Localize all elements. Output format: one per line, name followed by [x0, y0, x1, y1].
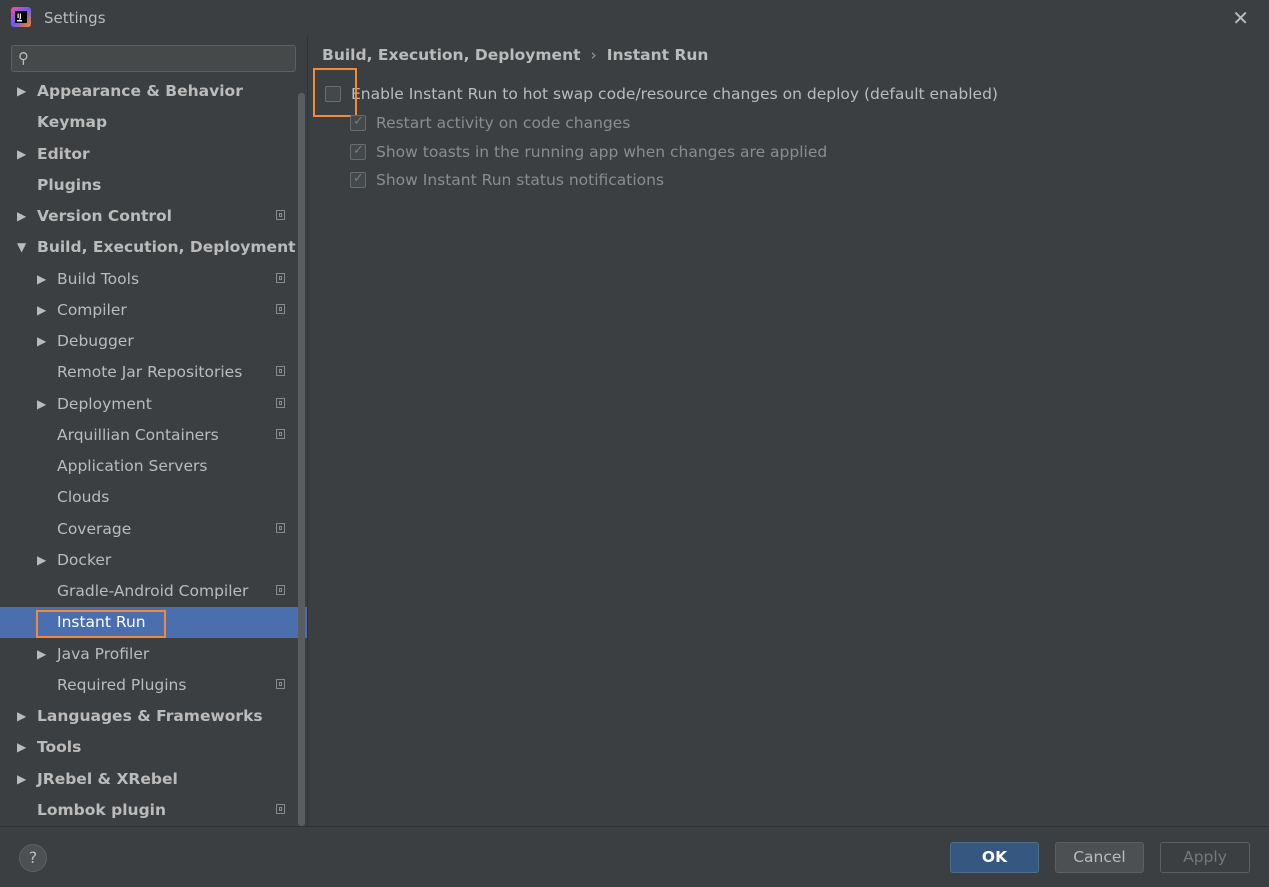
sidebar-item-label: Keymap [37, 113, 108, 132]
project-settings-icon [276, 522, 285, 533]
sidebar-item[interactable]: ▶ Editor [0, 139, 296, 170]
sidebar-scrollbar[interactable] [297, 93, 306, 826]
project-settings-icon [276, 366, 285, 377]
project-settings-icon [276, 397, 285, 408]
sidebar-item[interactable]: ▶ Deployment [0, 389, 296, 420]
highlight-box-instant-run [36, 610, 166, 639]
sidebar-item[interactable]: ▼ Build, Execution, Deployment [0, 232, 296, 263]
sidebar-item-label: Appearance & Behavior [37, 82, 243, 100]
settings-sidebar: ⚲ ▶ Appearance & Behavior Keymap ▶ Editor Plu… [0, 36, 308, 826]
expanded-arrow-icon[interactable]: ▼ [17, 240, 26, 254]
sidebar-item-label: Build, Execution, Deployment [37, 238, 296, 257]
restart-activity-label: Restart activity on code changes [376, 114, 631, 132]
collapsed-arrow-icon[interactable]: ▶ [37, 647, 46, 661]
sidebar-item[interactable]: Arquillian Containers [0, 420, 296, 451]
project-settings-icon [276, 303, 285, 314]
project-settings-icon [276, 272, 285, 283]
sidebar-item-label: Languages & Frameworks [37, 707, 263, 725]
svg-text:IJ: IJ [17, 13, 21, 20]
restart-activity-checkbox[interactable] [350, 114, 366, 131]
collapsed-arrow-icon[interactable]: ▶ [37, 397, 46, 411]
collapsed-arrow-icon[interactable]: ▶ [17, 209, 26, 223]
sidebar-item[interactable]: Coverage [0, 514, 296, 545]
sidebar-item[interactable]: ▶ Appearance & Behavior [0, 79, 296, 107]
title-bar: IJ Settings ✕ [0, 0, 1269, 36]
dialog-footer: ? OK Cancel Apply [0, 826, 1269, 887]
highlight-box-checkbox [313, 68, 357, 117]
settings-tree: ▶ Appearance & Behavior Keymap ▶ Editor Plugi… [0, 79, 307, 826]
sidebar-item[interactable]: Clouds [0, 482, 296, 513]
sidebar-item[interactable]: Required Plugins [0, 670, 296, 701]
sidebar-item[interactable]: ▶ Build Tools [0, 264, 296, 295]
breadcrumb-separator: › [590, 46, 597, 64]
sidebar-item-label: Plugins [37, 175, 102, 194]
sidebar-item-label: Compiler [57, 300, 127, 319]
sidebar-item-label: Tools [37, 738, 82, 757]
sidebar-item[interactable]: ▶ Docker [0, 545, 296, 576]
enable-instant-run-label: Enable Instant Run to hot swap code/reso… [351, 85, 998, 103]
collapsed-arrow-icon[interactable]: ▶ [37, 303, 46, 317]
breadcrumb: Build, Execution, Deployment › Instant Run [322, 46, 708, 64]
collapsed-arrow-icon[interactable]: ▶ [37, 334, 46, 348]
sidebar-item-label: Editor [37, 144, 90, 163]
sidebar-item-label: Version Control [37, 207, 172, 225]
intellij-logo-icon: IJ [11, 7, 31, 27]
sidebar-item-label: Remote Jar Repositories [57, 363, 243, 382]
sidebar-item[interactable]: ▶ Compiler [0, 295, 296, 326]
sidebar-item-label: Lombok plugin [37, 800, 167, 819]
collapsed-arrow-icon[interactable]: ▶ [17, 740, 26, 754]
scrollbar-thumb[interactable] [298, 93, 305, 826]
search-input[interactable]: ⚲ [11, 45, 296, 72]
sidebar-item-label: Coverage [57, 519, 132, 538]
sidebar-item-label: Java Profiler [57, 644, 150, 663]
help-button[interactable]: ? [19, 844, 47, 872]
collapsed-arrow-icon[interactable]: ▶ [17, 772, 26, 786]
sidebar-item-label: Debugger [57, 332, 134, 350]
collapsed-arrow-icon[interactable]: ▶ [37, 553, 46, 567]
sidebar-item[interactable]: ▶ Tools [0, 732, 296, 763]
sidebar-item-label: Deployment [57, 394, 152, 413]
sidebar-item-label: Arquillian Containers [57, 425, 219, 444]
sidebar-item[interactable]: Plugins [0, 170, 296, 201]
cancel-button[interactable]: Cancel [1055, 842, 1144, 873]
breadcrumb-parent[interactable]: Build, Execution, Deployment [322, 46, 581, 64]
sidebar-item[interactable]: ▶ Languages & Frameworks [0, 701, 296, 732]
sidebar-item-label: Gradle-Android Compiler [57, 582, 249, 600]
sidebar-item[interactable]: ▶ JRebel & XRebel [0, 764, 296, 795]
sidebar-item[interactable]: Gradle-Android Compiler [0, 576, 296, 607]
project-settings-icon [276, 428, 285, 439]
breadcrumb-current: Instant Run [606, 46, 709, 64]
ok-button[interactable]: OK [950, 842, 1039, 873]
sidebar-item[interactable]: ▶ Version Control [0, 201, 296, 232]
close-icon[interactable]: ✕ [1232, 6, 1249, 30]
sidebar-item[interactable]: Remote Jar Repositories [0, 357, 296, 388]
sidebar-item[interactable]: Lombok plugin [0, 795, 296, 826]
show-toasts-checkbox[interactable] [350, 143, 366, 160]
show-toasts-label: Show toasts in the running app when chan… [376, 143, 828, 161]
sidebar-item[interactable]: Application Servers [0, 451, 296, 482]
collapsed-arrow-icon[interactable]: ▶ [17, 709, 26, 723]
project-settings-icon [276, 585, 285, 595]
collapsed-arrow-icon[interactable]: ▶ [37, 272, 46, 286]
collapsed-arrow-icon[interactable]: ▶ [17, 147, 26, 161]
sidebar-item[interactable]: Keymap [0, 107, 296, 138]
sidebar-item-label: Build Tools [57, 269, 140, 288]
window-title: Settings [44, 9, 106, 27]
sidebar-item-label: Docker [57, 550, 112, 569]
collapsed-arrow-icon[interactable]: ▶ [17, 84, 26, 98]
apply-button[interactable]: Apply [1160, 842, 1250, 873]
project-settings-icon [276, 678, 285, 689]
status-notifications-checkbox[interactable] [350, 171, 366, 188]
status-notifications-label: Show Instant Run status notifications [376, 171, 665, 189]
sidebar-item-label: Required Plugins [57, 675, 187, 694]
search-icon: ⚲ [18, 49, 29, 67]
sidebar-item[interactable]: ▶ Java Profiler [0, 639, 296, 670]
project-settings-icon [276, 803, 285, 814]
sidebar-item[interactable]: ▶ Debugger [0, 326, 296, 357]
sidebar-item-label: JRebel & XRebel [37, 769, 178, 788]
project-settings-icon [276, 210, 285, 220]
sidebar-item-label: Clouds [57, 488, 110, 507]
sidebar-item-label: Application Servers [57, 457, 208, 475]
